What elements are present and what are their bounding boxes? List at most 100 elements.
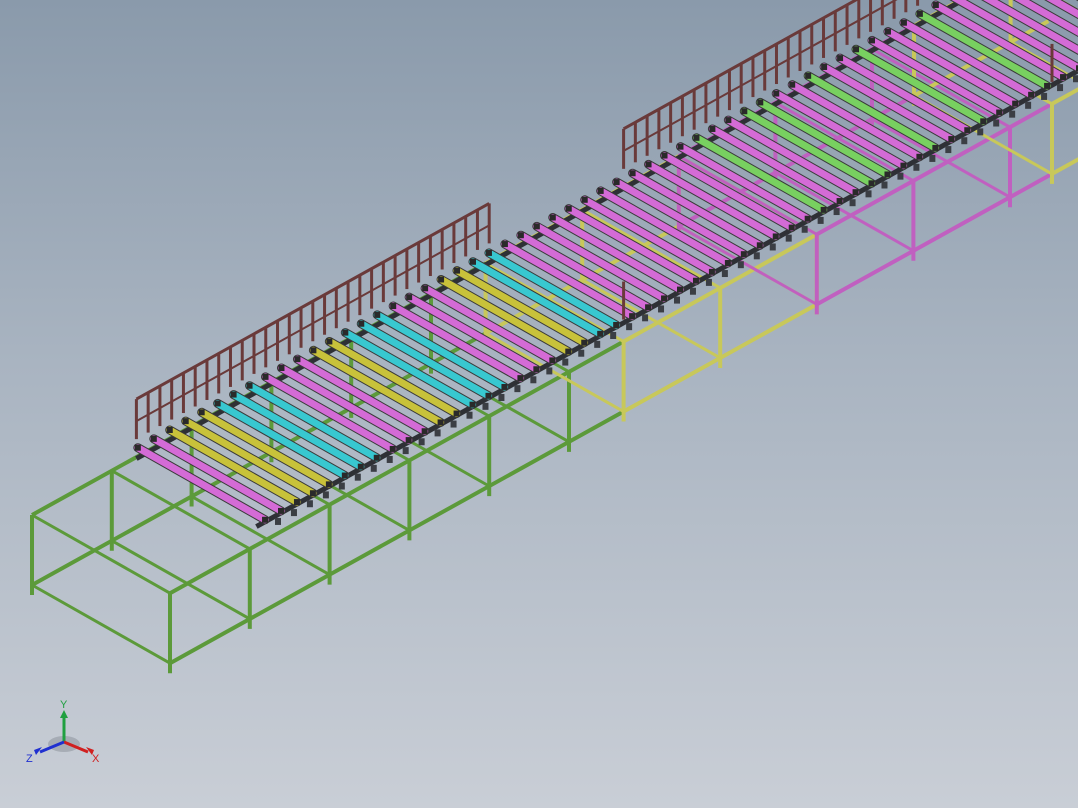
roller-bearing <box>741 108 748 115</box>
roller-bearing <box>357 463 364 470</box>
roller-bearing <box>884 171 891 178</box>
triad-y-label: Y <box>60 699 68 711</box>
roller-bearing <box>869 37 875 44</box>
roller-bearing <box>485 249 492 256</box>
drive-unit <box>610 332 617 340</box>
drive-unit <box>817 216 824 224</box>
drive-unit <box>833 208 840 216</box>
roller-bearing <box>613 321 620 328</box>
drive-unit <box>945 146 952 154</box>
drive-unit <box>993 119 1000 127</box>
triad-z-label: Z <box>26 753 33 765</box>
drive-unit <box>418 438 425 446</box>
roller-bearing <box>980 118 987 125</box>
drive-unit <box>785 234 792 242</box>
roller-bearing <box>230 391 237 398</box>
drive-unit <box>865 190 872 198</box>
roller-bearing <box>725 117 732 124</box>
frame-crossbar <box>190 495 331 576</box>
roller-bearing <box>278 365 285 372</box>
drive-unit <box>275 517 281 525</box>
drive-unit <box>562 358 569 366</box>
roller-bearing <box>693 134 700 141</box>
roller-bearing <box>374 311 381 318</box>
drive-unit <box>354 473 361 481</box>
roller-bearing <box>629 170 636 177</box>
roller-bearing <box>708 268 715 275</box>
roller-bearing <box>836 198 843 205</box>
drive-unit <box>977 128 984 136</box>
drive-unit <box>1025 101 1032 109</box>
roller-bearing <box>757 99 764 106</box>
frame-rail <box>1051 157 1078 176</box>
roller-bearing <box>900 19 907 26</box>
roller-bearing <box>246 382 253 389</box>
roller-bearing <box>645 161 652 168</box>
drive-unit <box>961 137 968 145</box>
roller-bearing <box>581 196 588 203</box>
roller-bearing <box>182 418 189 425</box>
frame-crossbar <box>31 583 171 665</box>
roller-bearing <box>613 179 620 186</box>
drive-unit <box>402 447 409 455</box>
drive-unit <box>674 296 680 304</box>
drive-unit <box>370 464 377 472</box>
roller-bearing <box>756 242 763 249</box>
roller-bearing <box>804 215 811 222</box>
roller-bearing <box>677 143 684 150</box>
roller-bearing <box>916 153 923 160</box>
roller-bearing <box>837 55 844 62</box>
roller-bearing <box>724 260 731 267</box>
roller-bearing <box>342 329 349 336</box>
drive-unit <box>689 287 696 295</box>
roller-bearing <box>501 383 508 390</box>
drive-unit <box>1041 92 1048 100</box>
roller-bearing <box>581 339 588 346</box>
roller-bearing <box>884 28 891 35</box>
roller-bearing <box>198 409 205 416</box>
roller-bearing <box>453 410 460 417</box>
frame-crossbar <box>31 513 171 595</box>
roller-bearing <box>326 338 333 345</box>
roller-bearing <box>293 499 300 506</box>
roller-bearing <box>406 294 413 301</box>
roller-bearing <box>421 428 428 435</box>
graphics-viewport[interactable]: Y X Z <box>0 0 1078 808</box>
roller-bearing <box>853 46 860 53</box>
roller-bearing <box>309 490 316 497</box>
roller-bearing <box>390 303 397 310</box>
conveyor-assembly-model[interactable] <box>0 0 1078 808</box>
drive-unit <box>306 500 313 508</box>
roller-bearing <box>470 258 476 265</box>
roller-bearing <box>501 241 508 248</box>
roller-bearing <box>565 348 572 355</box>
roller-bearing <box>932 2 939 9</box>
roller-bearing <box>438 276 445 283</box>
drive-unit <box>482 402 489 410</box>
roller-bearing <box>1044 82 1051 89</box>
roller-bearing <box>1060 74 1067 81</box>
drive-unit <box>290 509 297 517</box>
roller-bearing <box>310 347 317 354</box>
drive-unit <box>466 411 473 419</box>
guide-rail <box>135 224 490 422</box>
roller-bearing <box>916 10 923 17</box>
roller-bearing <box>533 366 540 373</box>
drive-unit <box>929 154 936 162</box>
roller-bearing <box>373 454 380 461</box>
drive-unit <box>1057 84 1064 92</box>
roller-bearing <box>709 125 716 132</box>
roller-bearing <box>454 267 461 274</box>
roller-bearing <box>852 189 859 196</box>
drive-unit <box>434 429 441 437</box>
roller-bearing <box>645 304 652 311</box>
roller-bearing <box>341 472 348 479</box>
roller-bearing <box>262 373 269 380</box>
roller-bearing <box>549 214 556 221</box>
roller-bearing <box>389 445 396 452</box>
drive-unit <box>897 172 904 180</box>
roller-bearing <box>805 72 812 79</box>
drive-unit <box>769 243 776 251</box>
roller-bearing <box>948 136 955 143</box>
roller-bearing <box>278 507 284 514</box>
